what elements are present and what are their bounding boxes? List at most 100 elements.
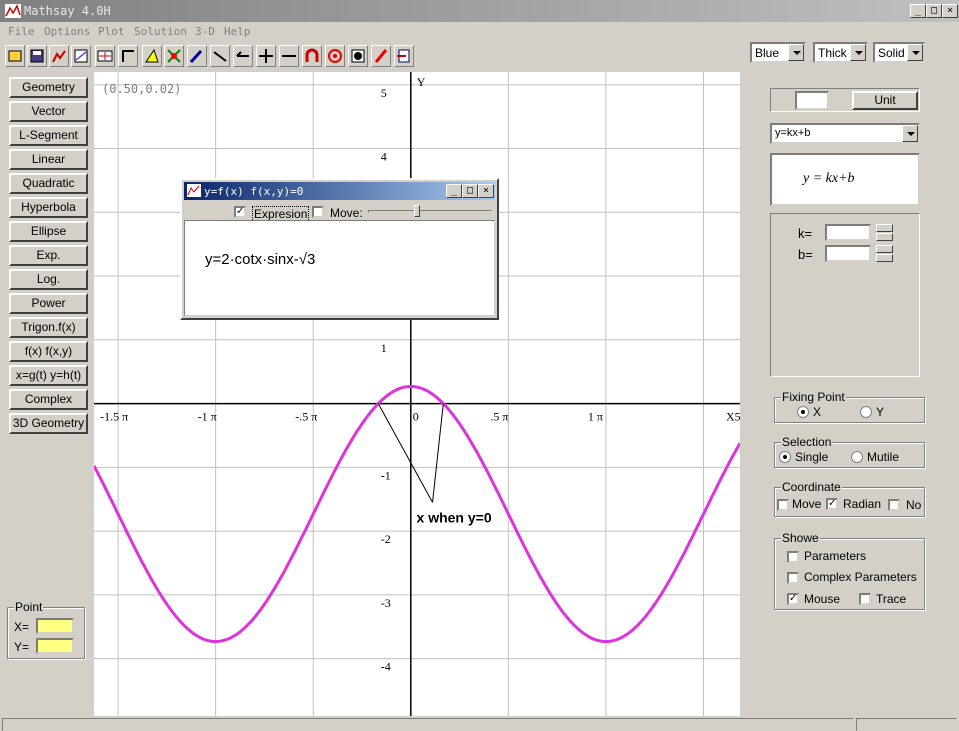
- mouse-checkbox[interactable]: ✓: [787, 593, 799, 605]
- complex-button[interactable]: Complex: [9, 389, 88, 410]
- magnet-icon[interactable]: [302, 45, 322, 67]
- formula-display: y = kx+b: [770, 153, 920, 206]
- param-b-field[interactable]: [825, 245, 871, 262]
- line-style-select[interactable]: Solid: [873, 42, 925, 63]
- ellipse-button[interactable]: Ellipse: [9, 221, 88, 242]
- arrow-left-icon[interactable]: [233, 45, 253, 67]
- complex-parameters-label: Complex Parameters: [804, 570, 917, 584]
- line-icon[interactable]: [210, 45, 230, 67]
- y-tick-label: 4: [381, 150, 387, 164]
- menu-solution[interactable]: Solution: [134, 25, 187, 38]
- contrast-icon[interactable]: [348, 45, 368, 67]
- log-button[interactable]: Log.: [9, 269, 88, 290]
- chevron-down-icon[interactable]: [902, 125, 918, 142]
- parametric-button[interactable]: x=g(t) y=h(t): [9, 365, 88, 386]
- menu-bar: File Options Plot Solution 3-D Help: [0, 22, 959, 40]
- chart-icon[interactable]: [49, 45, 69, 67]
- radian-checkbox[interactable]: ✓: [826, 498, 838, 510]
- quadratic-button[interactable]: Quadratic: [9, 173, 88, 194]
- menu-help[interactable]: Help: [224, 25, 251, 38]
- param-k-field[interactable]: [825, 224, 871, 241]
- target-icon[interactable]: [325, 45, 345, 67]
- minimize-button[interactable]: _: [910, 4, 926, 18]
- graph-icon[interactable]: [71, 45, 91, 67]
- close-button[interactable]: ×: [478, 184, 494, 198]
- y-tick-label: -2: [381, 532, 391, 546]
- point-x-field[interactable]: [36, 618, 74, 634]
- trace-checkbox[interactable]: [859, 593, 871, 605]
- status-pane-main: [2, 718, 854, 731]
- axes-icon[interactable]: [95, 45, 115, 67]
- hyperbola-button[interactable]: Hyperbola: [9, 197, 88, 218]
- param-k-spinner[interactable]: [876, 224, 893, 241]
- move-checkbox[interactable]: [312, 206, 324, 218]
- y-axis-label: Y: [417, 75, 426, 89]
- annotation-label: x when y=0: [417, 509, 492, 525]
- expression-checkbox[interactable]: ✓: [234, 206, 246, 218]
- menu-3d[interactable]: 3-D: [195, 25, 215, 38]
- maximize-button[interactable]: □: [926, 4, 942, 18]
- cross-icon[interactable]: [164, 45, 184, 67]
- unit-button[interactable]: Unit: [852, 91, 918, 110]
- param-b-spinner[interactable]: [876, 245, 893, 262]
- move-slider-thumb[interactable]: [414, 205, 420, 217]
- no-checkbox[interactable]: [888, 499, 900, 511]
- menu-plot[interactable]: Plot: [98, 25, 125, 38]
- power-button[interactable]: Power: [9, 293, 88, 314]
- color-select[interactable]: Blue: [750, 42, 806, 63]
- menu-file[interactable]: File: [8, 25, 35, 38]
- chevron-down-icon[interactable]: [788, 44, 804, 61]
- minimize-button[interactable]: _: [446, 184, 462, 198]
- parameters-label: Parameters: [804, 549, 867, 563]
- radian-label: Radian: [843, 497, 882, 511]
- chevron-down-icon[interactable]: [850, 44, 866, 61]
- fixing-point-group: Fixing Point X Y: [774, 390, 925, 423]
- formula-text: y = kx+b: [803, 171, 855, 186]
- unit-field[interactable]: [795, 91, 829, 110]
- fixing-y-radio[interactable]: [860, 406, 872, 418]
- y-tick-label: 1: [381, 341, 387, 355]
- line-select-value: Solid: [878, 46, 905, 60]
- menu-options[interactable]: Options: [44, 25, 90, 38]
- x-tick-label: -.5 π: [295, 410, 317, 424]
- trigon-button[interactable]: Trigon.f(x): [9, 317, 88, 338]
- exp-button[interactable]: Exp.: [9, 245, 88, 266]
- move-coord-checkbox[interactable]: [777, 499, 789, 511]
- geometry-button[interactable]: Geometry: [9, 77, 88, 98]
- triangle-icon[interactable]: [142, 45, 162, 67]
- exit-icon[interactable]: [394, 45, 414, 67]
- chevron-down-icon[interactable]: [907, 44, 923, 61]
- selection-legend: Selection: [781, 435, 833, 449]
- subwindow-titlebar[interactable]: y=f(x) f(x,y)=0 _ □ ×: [184, 182, 495, 200]
- 3d-geometry-button[interactable]: 3D Geometry: [9, 413, 88, 434]
- single-radio[interactable]: [779, 451, 791, 463]
- move-slider-track[interactable]: [368, 210, 492, 213]
- color-select-value: Blue: [755, 46, 780, 60]
- pen-icon[interactable]: [187, 45, 207, 67]
- point-y-field[interactable]: [36, 638, 74, 654]
- close-button[interactable]: ×: [942, 4, 958, 18]
- plot-canvas[interactable]: -1.5 π -1 π -.5 π 0 .5 π 1 π X5 5 4 1 -1 -2 -3 -4 Y (0.…: [94, 72, 740, 716]
- save-icon[interactable]: [27, 45, 47, 67]
- point-group: Point X= Y=: [7, 600, 85, 659]
- pencil-icon[interactable]: [371, 45, 391, 67]
- status-bar: [0, 717, 959, 731]
- minus-icon[interactable]: [279, 45, 299, 67]
- linear-button[interactable]: Linear: [9, 149, 88, 170]
- point-x-label: X=: [14, 620, 30, 634]
- fixing-x-radio[interactable]: [797, 406, 809, 418]
- vector-button[interactable]: Vector: [9, 101, 88, 122]
- width-select[interactable]: Thick: [813, 42, 868, 63]
- parameters-checkbox[interactable]: [787, 551, 799, 563]
- maximize-button[interactable]: □: [462, 184, 478, 198]
- mutile-radio[interactable]: [851, 451, 863, 463]
- new-icon[interactable]: [5, 45, 25, 67]
- complex-parameters-checkbox[interactable]: [787, 572, 799, 584]
- l-segment-button[interactable]: L-Segment: [9, 125, 88, 146]
- function-type-select[interactable]: y=kx+b: [770, 123, 920, 144]
- function-formula: y=2·cotx·sinx-√3: [205, 251, 316, 268]
- plus-icon[interactable]: [256, 45, 276, 67]
- corner-icon[interactable]: [118, 45, 138, 67]
- selection-group: Selection Single Mutile: [774, 435, 925, 468]
- fx-fxy-button[interactable]: f(x) f(x,y): [9, 341, 88, 362]
